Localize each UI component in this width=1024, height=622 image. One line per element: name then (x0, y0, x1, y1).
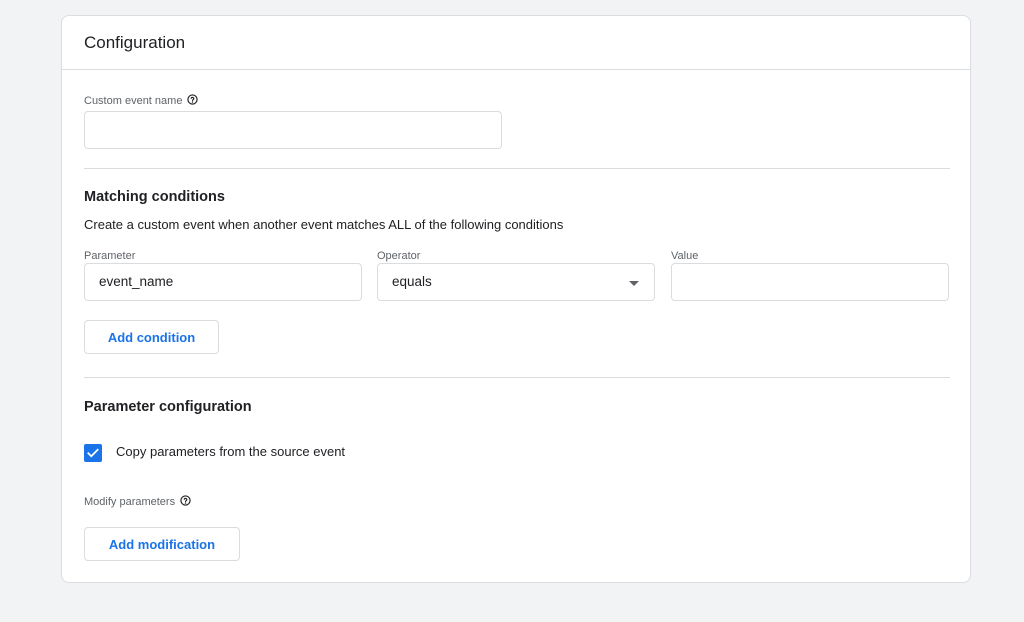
configuration-card: Configuration Custom event name Matching… (61, 15, 971, 583)
operator-label: Operator (377, 250, 421, 262)
modify-parameters-label: Modify parameters (84, 496, 176, 508)
divider (84, 377, 950, 378)
value-label: Value (671, 250, 699, 262)
copy-parameters-label[interactable]: Copy parameters from the source event (116, 444, 345, 460)
custom-event-name-input[interactable] (84, 111, 502, 149)
card-header: Configuration (62, 16, 970, 70)
custom-event-name-label-row: Custom event name (84, 94, 199, 108)
parameter-input[interactable]: event_name (84, 263, 362, 301)
divider (84, 168, 950, 169)
custom-event-name-label: Custom event name (84, 95, 183, 107)
parameter-label: Parameter (84, 250, 136, 262)
chevron-down-icon (629, 281, 639, 286)
help-circle-icon[interactable] (187, 94, 199, 105)
operator-select[interactable]: equals (377, 263, 655, 301)
parameter-configuration-title: Parameter configuration (84, 399, 252, 415)
copy-parameters-checkbox[interactable] (84, 444, 102, 462)
matching-conditions-description: Create a custom event when another event… (84, 217, 564, 232)
modify-parameters-label-row: Modify parameters (84, 495, 191, 509)
matching-conditions-title: Matching conditions (84, 189, 225, 205)
operator-selected-value: equals (392, 274, 432, 289)
checkmark-icon (87, 448, 99, 458)
add-modification-button[interactable]: Add modification (84, 527, 240, 561)
help-circle-icon[interactable] (180, 495, 191, 506)
card-title: Configuration (84, 33, 186, 52)
value-input[interactable] (671, 263, 949, 301)
add-condition-button[interactable]: Add condition (84, 320, 219, 354)
